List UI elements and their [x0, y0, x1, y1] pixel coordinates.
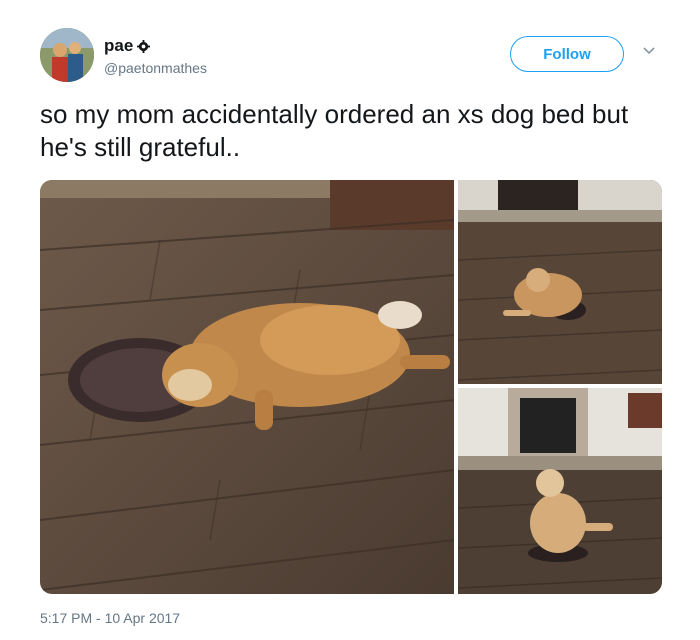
tweet-timestamp[interactable]: 5:17 PM - 10 Apr 2017	[40, 610, 180, 626]
display-name[interactable]: pae	[104, 36, 133, 56]
avatar[interactable]	[40, 28, 94, 82]
follow-button[interactable]: Follow	[510, 36, 624, 72]
photo-dog-on-bed[interactable]	[40, 180, 454, 594]
user-handle[interactable]: @paetonmathes	[104, 60, 207, 76]
photo-dog-near-fireplace[interactable]	[458, 180, 662, 384]
photo-dog-standing-on-bed[interactable]	[458, 388, 662, 594]
tweet-text: so my mom accidentally ordered an xs dog…	[40, 99, 629, 162]
tweet-card: pae @paetonmathes Follow so my mom accid…	[0, 0, 700, 640]
gear-icon	[137, 39, 151, 53]
user-name-row: pae	[104, 36, 151, 56]
chevron-down-icon[interactable]	[642, 46, 656, 56]
